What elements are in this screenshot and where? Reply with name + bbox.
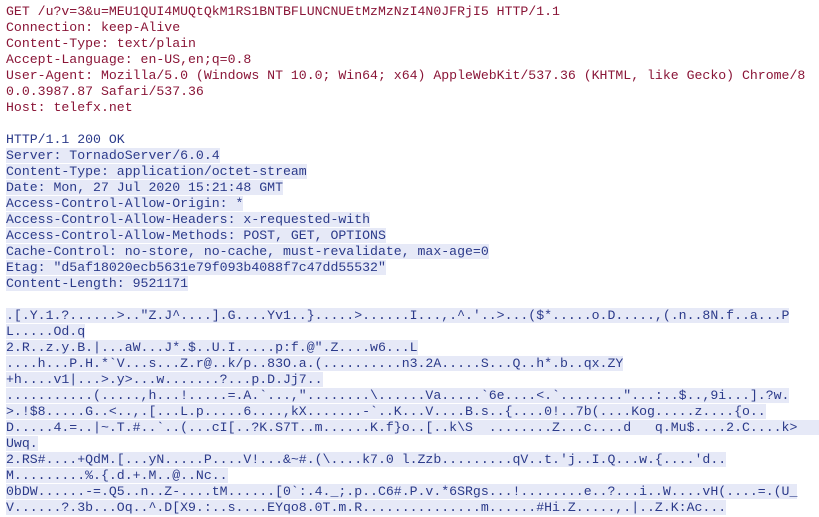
- http-response: HTTP/1.1 200 OK Server: TornadoServer/6.…: [6, 132, 819, 515]
- http-request: GET /u?v=3&u=MEU1QUI4MUQtQkM1RS1BNTBFLUN…: [6, 4, 805, 115]
- http-dump: GET /u?v=3&u=MEU1QUI4MUQtQkM1RS1BNTBFLUN…: [0, 0, 819, 517]
